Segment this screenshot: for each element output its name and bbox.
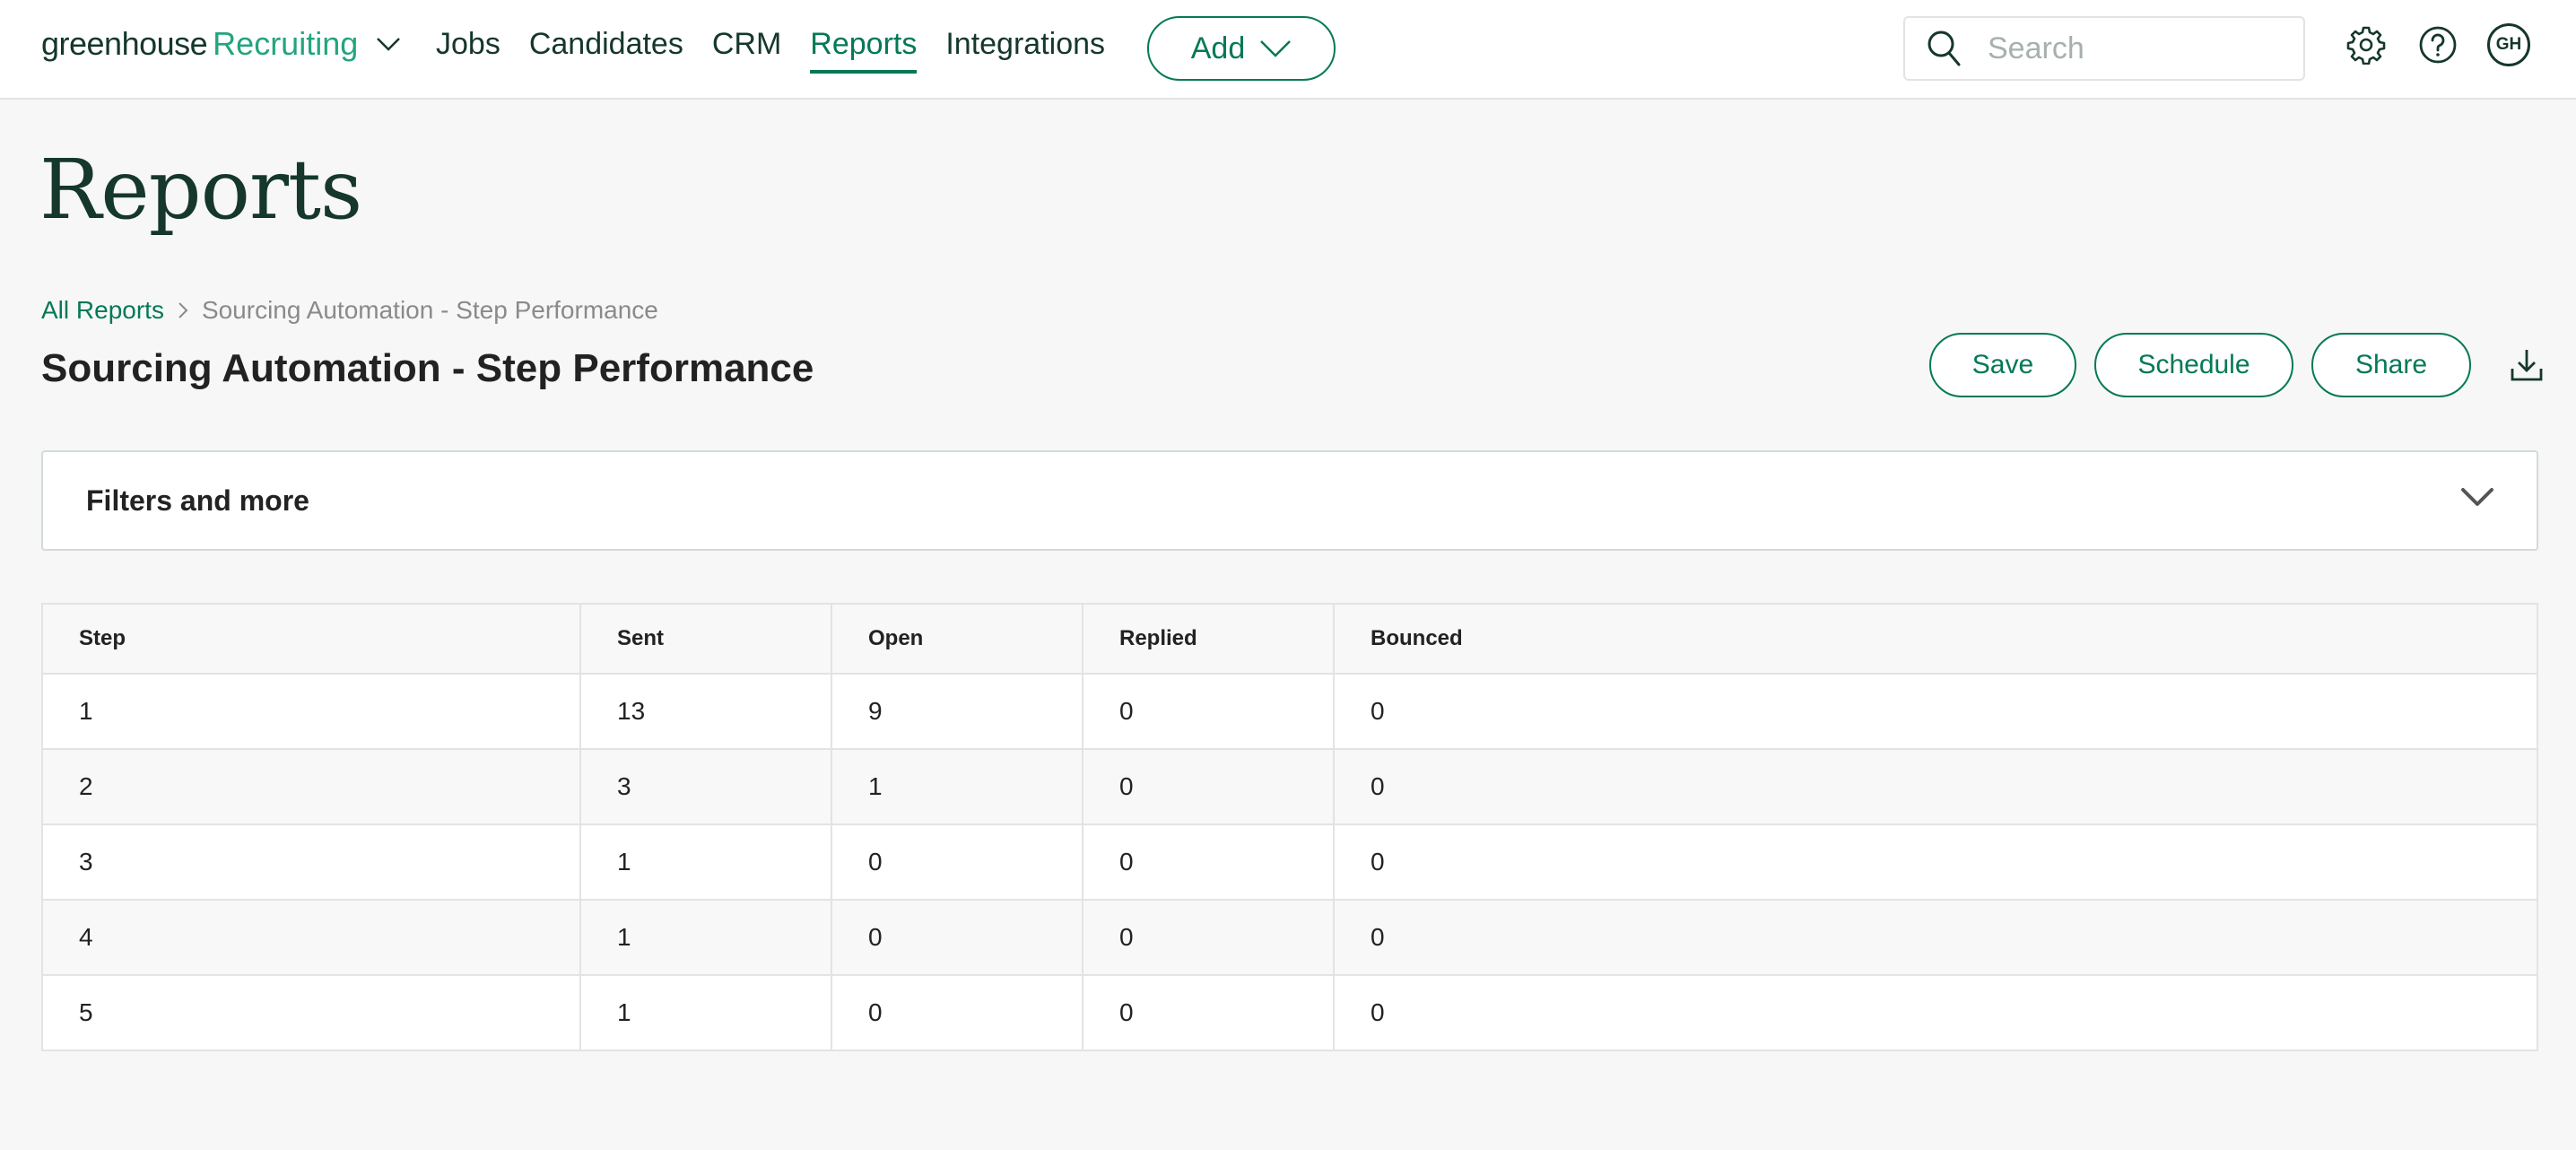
breadcrumb-current: Sourcing Automation - Step Performance xyxy=(201,296,658,324)
cell-bounced: 0 xyxy=(1333,974,2538,1051)
download-icon[interactable] xyxy=(2509,347,2545,383)
chevron-down-icon xyxy=(2461,488,2493,506)
cell-step: 3 xyxy=(41,823,581,901)
cell-step: 4 xyxy=(41,899,581,976)
cell-bounced: 0 xyxy=(1333,748,2538,825)
cell-sent: 1 xyxy=(579,974,832,1051)
cell-step: 1 xyxy=(41,673,581,750)
cell-replied: 0 xyxy=(1082,823,1335,901)
nav-integrations[interactable]: Integrations xyxy=(945,27,1105,71)
report-table: Step Sent Open Replied Bounced 1 13 9 0 … xyxy=(41,603,2538,1051)
chevron-right-icon xyxy=(178,302,188,318)
add-button-label: Add xyxy=(1190,30,1246,65)
search-icon xyxy=(1928,30,1961,66)
breadcrumb: All Reports Sourcing Automation - Step P… xyxy=(41,296,658,325)
column-header-open[interactable]: Open xyxy=(831,603,1083,675)
breadcrumb-all-reports[interactable]: All Reports xyxy=(41,296,164,325)
cell-bounced: 0 xyxy=(1333,823,2538,901)
brand-menu[interactable]: greenhouse Recruiting xyxy=(41,25,401,63)
share-button[interactable]: Share xyxy=(2311,333,2471,397)
search-box[interactable] xyxy=(1903,16,2305,81)
column-header-replied[interactable]: Replied xyxy=(1082,603,1335,675)
cell-sent: 3 xyxy=(579,748,832,825)
brand-logo: greenhouse xyxy=(41,25,208,62)
table-row: 4 1 0 0 0 xyxy=(41,899,2538,976)
save-button[interactable]: Save xyxy=(1929,333,2076,397)
cell-step: 5 xyxy=(41,974,581,1051)
cell-replied: 0 xyxy=(1082,899,1335,976)
gear-icon[interactable] xyxy=(2346,25,2386,65)
table-row: 3 1 0 0 0 xyxy=(41,823,2538,901)
table-row: 1 13 9 0 0 xyxy=(41,673,2538,750)
page-title: Reports xyxy=(39,142,362,238)
cell-open: 1 xyxy=(831,748,1083,825)
schedule-button[interactable]: Schedule xyxy=(2094,333,2293,397)
top-navigation: greenhouse Recruiting Jobs Candidates CR… xyxy=(0,0,2576,100)
cell-open: 0 xyxy=(831,823,1083,901)
cell-step: 2 xyxy=(41,748,581,825)
cell-open: 9 xyxy=(831,673,1083,750)
chevron-down-icon xyxy=(1260,40,1292,57)
filters-panel-toggle[interactable]: Filters and more xyxy=(41,450,2538,551)
column-header-step[interactable]: Step xyxy=(41,603,581,675)
report-actions: Save Schedule Share xyxy=(1929,333,2545,397)
chevron-down-icon xyxy=(377,38,401,51)
table-row: 5 1 0 0 0 xyxy=(41,974,2538,1051)
cell-bounced: 0 xyxy=(1333,899,2538,976)
column-header-bounced[interactable]: Bounced xyxy=(1333,603,2538,675)
cell-sent: 13 xyxy=(579,673,832,750)
nav-reports[interactable]: Reports xyxy=(810,27,918,74)
add-button[interactable]: Add xyxy=(1147,16,1336,81)
search-input[interactable] xyxy=(1988,30,2284,66)
help-icon[interactable] xyxy=(2418,25,2458,65)
nav-candidates[interactable]: Candidates xyxy=(529,27,683,71)
table-row: 2 3 1 0 0 xyxy=(41,748,2538,825)
cell-replied: 0 xyxy=(1082,748,1335,825)
cell-bounced: 0 xyxy=(1333,673,2538,750)
nav-jobs[interactable]: Jobs xyxy=(436,27,500,71)
nav-crm[interactable]: CRM xyxy=(712,27,781,71)
filters-label: Filters and more xyxy=(86,484,309,517)
cell-sent: 1 xyxy=(579,823,832,901)
avatar[interactable]: GH xyxy=(2487,23,2530,66)
cell-replied: 0 xyxy=(1082,673,1335,750)
table-header-row: Step Sent Open Replied Bounced xyxy=(41,603,2538,675)
column-header-sent[interactable]: Sent xyxy=(579,603,832,675)
cell-open: 0 xyxy=(831,974,1083,1051)
main-nav: Jobs Candidates CRM Reports Integrations xyxy=(436,27,1134,74)
brand-product: Recruiting xyxy=(213,25,359,62)
cell-replied: 0 xyxy=(1082,974,1335,1051)
cell-open: 0 xyxy=(831,899,1083,976)
cell-sent: 1 xyxy=(579,899,832,976)
report-title: Sourcing Automation - Step Performance xyxy=(41,346,814,390)
